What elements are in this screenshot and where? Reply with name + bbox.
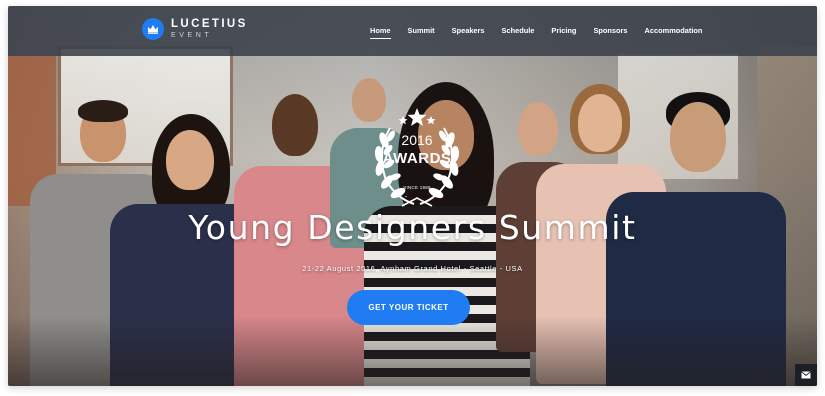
hero-subtitle: 21-22 August 2016, Aynham Grand Hotel - …	[302, 264, 523, 273]
nav-speakers[interactable]: Speakers	[452, 26, 485, 39]
floor-shade	[8, 316, 817, 386]
awards-badge: 2016 AWARDS SINCE 1988	[362, 106, 472, 214]
page-frame: LUCETIUS EVENT Home Summit Speakers Sche…	[8, 6, 817, 386]
badge-title: AWARDS	[382, 150, 452, 167]
badge-year: 2016	[401, 132, 433, 148]
get-ticket-button[interactable]: GET YOUR TICKET	[347, 290, 470, 325]
nav-home[interactable]: Home	[370, 26, 391, 39]
mail-icon	[801, 371, 811, 379]
nav-sponsors[interactable]: Sponsors	[593, 26, 627, 39]
main-nav: Home Summit Speakers Schedule Pricing Sp…	[370, 26, 719, 39]
brand-name: LUCETIUS	[171, 17, 248, 30]
top-navbar: LUCETIUS EVENT Home Summit Speakers Sche…	[8, 6, 817, 56]
brand-logo[interactable]: LUCETIUS EVENT	[142, 18, 248, 40]
crown-icon	[142, 18, 164, 40]
nav-schedule[interactable]: Schedule	[502, 26, 535, 39]
nav-accommodation[interactable]: Accommodation	[645, 26, 703, 39]
nav-summit[interactable]: Summit	[408, 26, 435, 39]
nav-pricing[interactable]: Pricing	[551, 26, 576, 39]
mail-button[interactable]	[795, 364, 817, 386]
hero-title: Young Designers Summit	[188, 208, 637, 247]
brand-tagline: EVENT	[171, 32, 213, 40]
badge-since: SINCE 1988	[403, 185, 431, 190]
